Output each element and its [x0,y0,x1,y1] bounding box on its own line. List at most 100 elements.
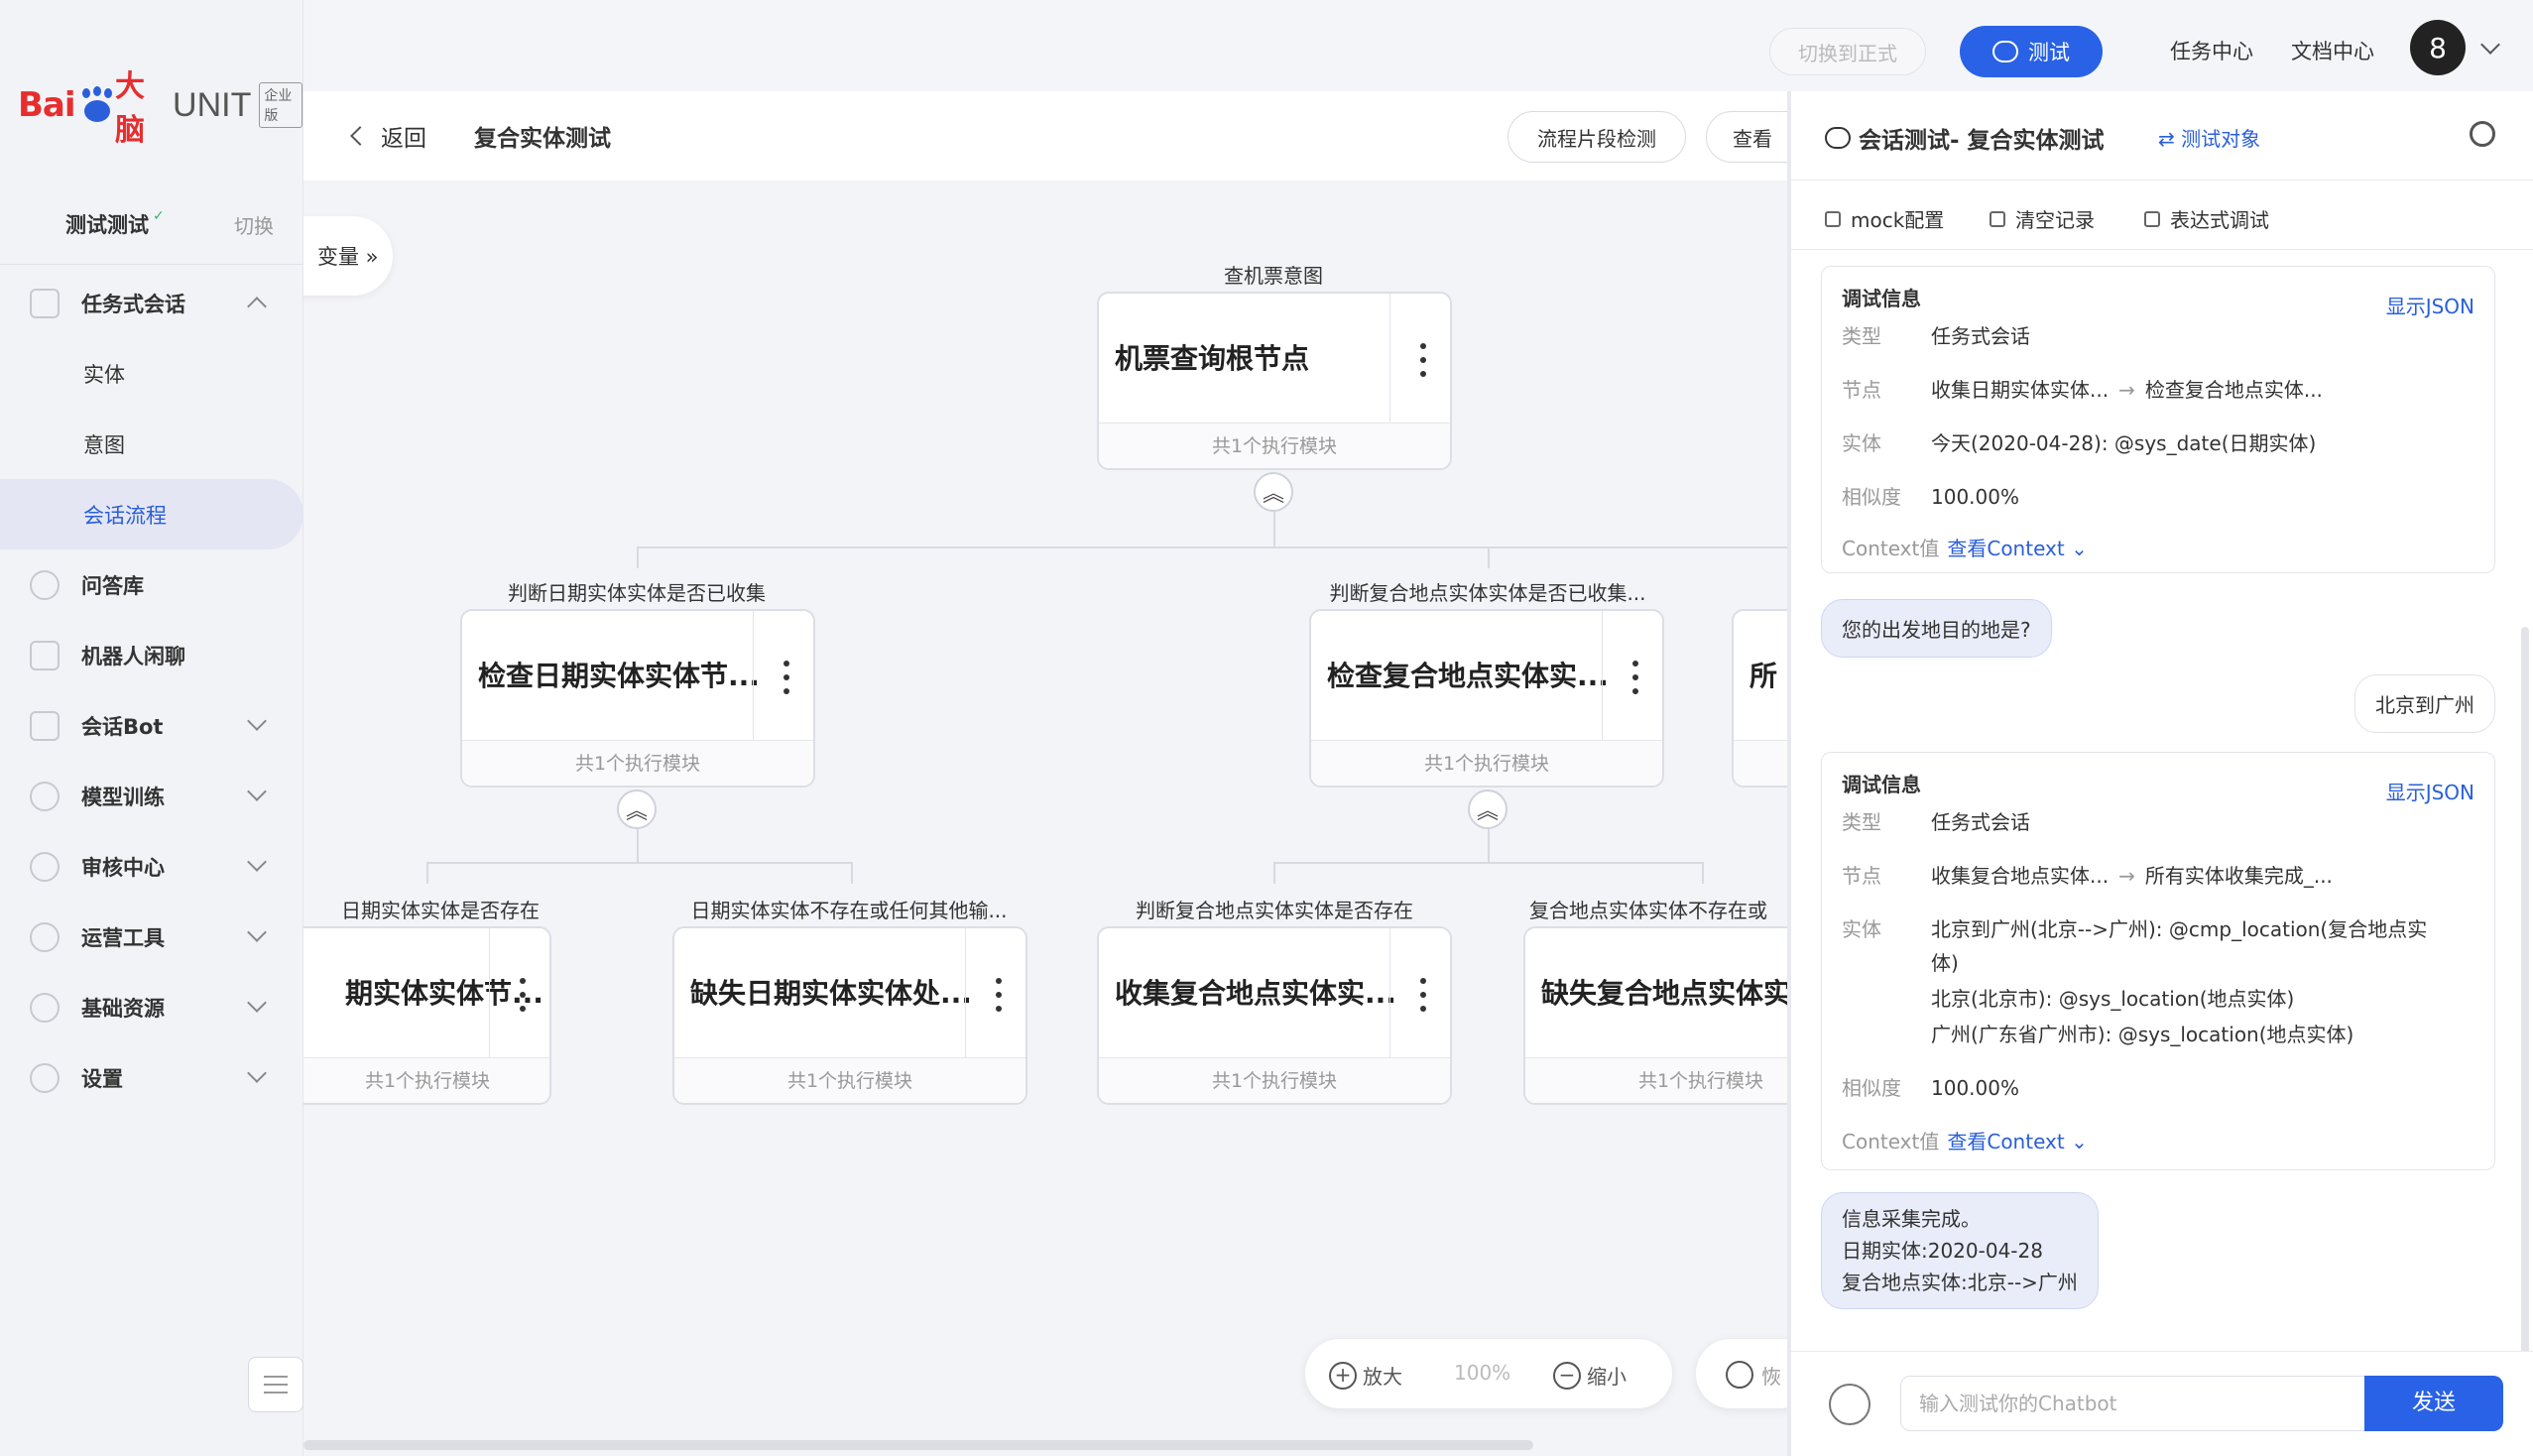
minus-icon: − [1553,1361,1581,1390]
flow-node-all-collected[interactable]: 所 [1732,609,1787,788]
review-icon [30,851,60,882]
horizontal-scrollbar[interactable] [303,1440,1533,1450]
debug-row-type: 类型 任务式会话 [1842,806,2030,835]
zoom-out-button[interactable]: − 缩小 [1553,1361,1627,1390]
debug-key: 实体 [1842,917,1881,941]
collapse-sidebar-button[interactable] [248,1357,303,1412]
back-button[interactable]: 返回 [350,119,426,153]
clear-records-label: 清空记录 [2015,208,2095,232]
reset-view-button[interactable]: 恢 [1696,1339,1787,1408]
zoom-in-button[interactable]: + 放大 [1329,1361,1402,1390]
sidebar-sub-dialog-flow[interactable]: 会话流程 [0,479,303,549]
sidebar-item-settings[interactable]: 设置 [0,1042,303,1113]
bot-message-line: 信息采集完成。 [1842,1207,1981,1231]
sidebar-item-resource[interactable]: 基础资源 [0,972,303,1042]
debug-info-card: 调试信息 显示JSON 类型 任务式会话 节点 收集复合地点实体... → 所有实体收集… [1821,752,2495,1170]
debug-row-similarity: 相似度 100.00% [1842,1072,2019,1101]
debug-row-entity-3: 广州(广东省广州市): @sys_location(地点实体) [1931,1023,2354,1046]
docs-center-link[interactable]: 文档中心 [2291,36,2374,65]
chat-input[interactable]: 输入测试你的Chatbot [1900,1376,2366,1431]
sidebar-item-chitchat[interactable]: 机器人闲聊 [0,620,303,690]
sidebar-item-ops[interactable]: 运营工具 [0,902,303,972]
baidu-unit-logo[interactable]: Bai 大脑 UNIT 企业版 [18,69,302,148]
debug-value: 检查复合地点实体... [2144,378,2323,402]
test-panel-header: 会话测试- 复合实体测试 ⇄ 测试对象 [1791,91,2533,181]
trash-icon [1990,210,2005,227]
model-icon [30,781,60,811]
flow-node-check-location[interactable]: 检查复合地点实体实... 共1个执行模块 [1309,609,1664,788]
zoom-level: 100% [1454,1361,1511,1385]
more-vertical-icon[interactable] [520,978,526,1012]
node-title: 缺失日期实体实体处... [690,977,972,1010]
ops-icon [30,921,60,952]
flow-node-collect-date[interactable]: 期实体实体节... 共1个执行模块 [303,926,551,1105]
send-button[interactable]: 发送 [2364,1376,2503,1431]
collapse-children-icon[interactable]: ︽ [617,789,657,829]
collapse-children-icon[interactable]: ︽ [1468,789,1508,829]
more-vertical-icon[interactable] [1420,343,1426,377]
segment-check-button[interactable]: 流程片段检测 [1508,111,1686,163]
flow-node-check-date[interactable]: 检查日期实体实体节... 共1个执行模块 [460,609,815,788]
sidebar-item-model[interactable]: 模型训练 [0,761,303,831]
flow-node-root[interactable]: 机票查询根节点 共1个执行模块 [1097,292,1452,470]
collapse-children-icon[interactable]: ︽ [1254,472,1293,512]
view-context-link[interactable]: 查看Context ⌄ [1947,537,2087,560]
node-title: 缺失复合地点实体实 [1541,977,1787,1010]
flow-node-missing-location[interactable]: 缺失复合地点实体实 共1个执行模块 [1523,926,1787,1105]
node-separator [1389,928,1390,1059]
menu-icon[interactable] [1829,1384,1870,1425]
debug-info-title: 调试信息 [1842,287,1921,310]
more-vertical-icon[interactable] [1632,661,1638,694]
sidebar-item-qa[interactable]: 问答库 [0,549,303,620]
sidebar-item-label: 基础资源 [81,996,165,1021]
debug-row-entity: 实体 北京到广州(北京-->广州): @cmp_location(复合地点实 [1842,913,2427,942]
more-vertical-icon[interactable] [996,978,1002,1012]
flow-node-missing-date[interactable]: 缺失日期实体实体处... 共1个执行模块 [672,926,1027,1105]
node-caption: 判断日期实体实体是否已收集 [508,581,766,605]
paw-icon [78,86,112,124]
more-vertical-icon[interactable] [1420,978,1426,1012]
flow-canvas[interactable]: 变量 » 查机票意图 机票查询根节点 共1个执行模块 ︽ 判断日期实体实体是否已… [303,181,1787,1456]
list-icon [1825,210,1841,227]
show-json-link[interactable]: 显示JSON [2386,291,2474,319]
connector [1488,546,1490,568]
debug-row-context: Context值 查看Context ⌄ [1842,1126,2088,1154]
node-footer: 共1个执行模块 [462,740,813,786]
chevron-down-icon[interactable] [2480,35,2500,55]
test-object-link[interactable]: ⇄ 测试对象 [2158,123,2260,152]
view-context-link[interactable]: 查看Context ⌄ [1947,1130,2087,1153]
sidebar-sub-entity[interactable]: 实体 [0,338,303,409]
task-center-link[interactable]: 任务中心 [2170,36,2253,65]
vertical-scrollbar[interactable] [2521,627,2529,1361]
sidebar-item-task-dialog[interactable]: 任务式会话 [0,268,303,338]
clear-records-button[interactable]: 清空记录 [1990,204,2095,233]
variable-tab[interactable]: 变量 » [303,216,393,296]
zoom-out-label: 缩小 [1587,1365,1627,1389]
sidebar-item-bot[interactable]: 会话Bot [0,690,303,761]
debug-value: 100.00% [1931,1076,2019,1100]
debug-key: 类型 [1842,324,1881,348]
test-button[interactable]: 测试 [1960,26,2103,77]
more-vertical-icon[interactable] [784,661,789,694]
code-icon [2144,210,2160,227]
expression-debug-button[interactable]: 表达式调试 [2144,204,2269,233]
debug-row-context: Context值 查看Context ⌄ [1842,533,2088,561]
sidebar-item-review[interactable]: 审核中心 [0,831,303,902]
show-json-link[interactable]: 显示JSON [2386,777,2474,805]
qa-icon [30,569,60,600]
back-label: 返回 [381,126,426,152]
sidebar-sub-intent[interactable]: 意图 [0,409,303,479]
reset-icon [1726,1361,1753,1389]
target-icon[interactable] [2470,121,2495,147]
debug-row-entity: 实体 今天(2020-04-28): @sys_date(日期实体) [1842,427,2316,456]
debug-row-entity-2: 北京(北京市): @sys_location(地点实体) [1931,987,2295,1011]
chevron-down-icon [247,711,267,731]
flow-node-collect-location[interactable]: 收集复合地点实体实... 共1个执行模块 [1097,926,1452,1105]
bot-message-line: 复合地点实体:北京-->广州 [1842,1271,2078,1294]
chat-icon [30,640,60,670]
switch-project-link[interactable]: 切换 [234,210,274,239]
debug-key: 节点 [1842,378,1881,402]
mock-config-button[interactable]: mock配置 [1825,204,1944,233]
switch-to-prod-button[interactable]: 切换到正式 [1769,28,1926,75]
avatar[interactable]: 8 [2410,20,2466,75]
